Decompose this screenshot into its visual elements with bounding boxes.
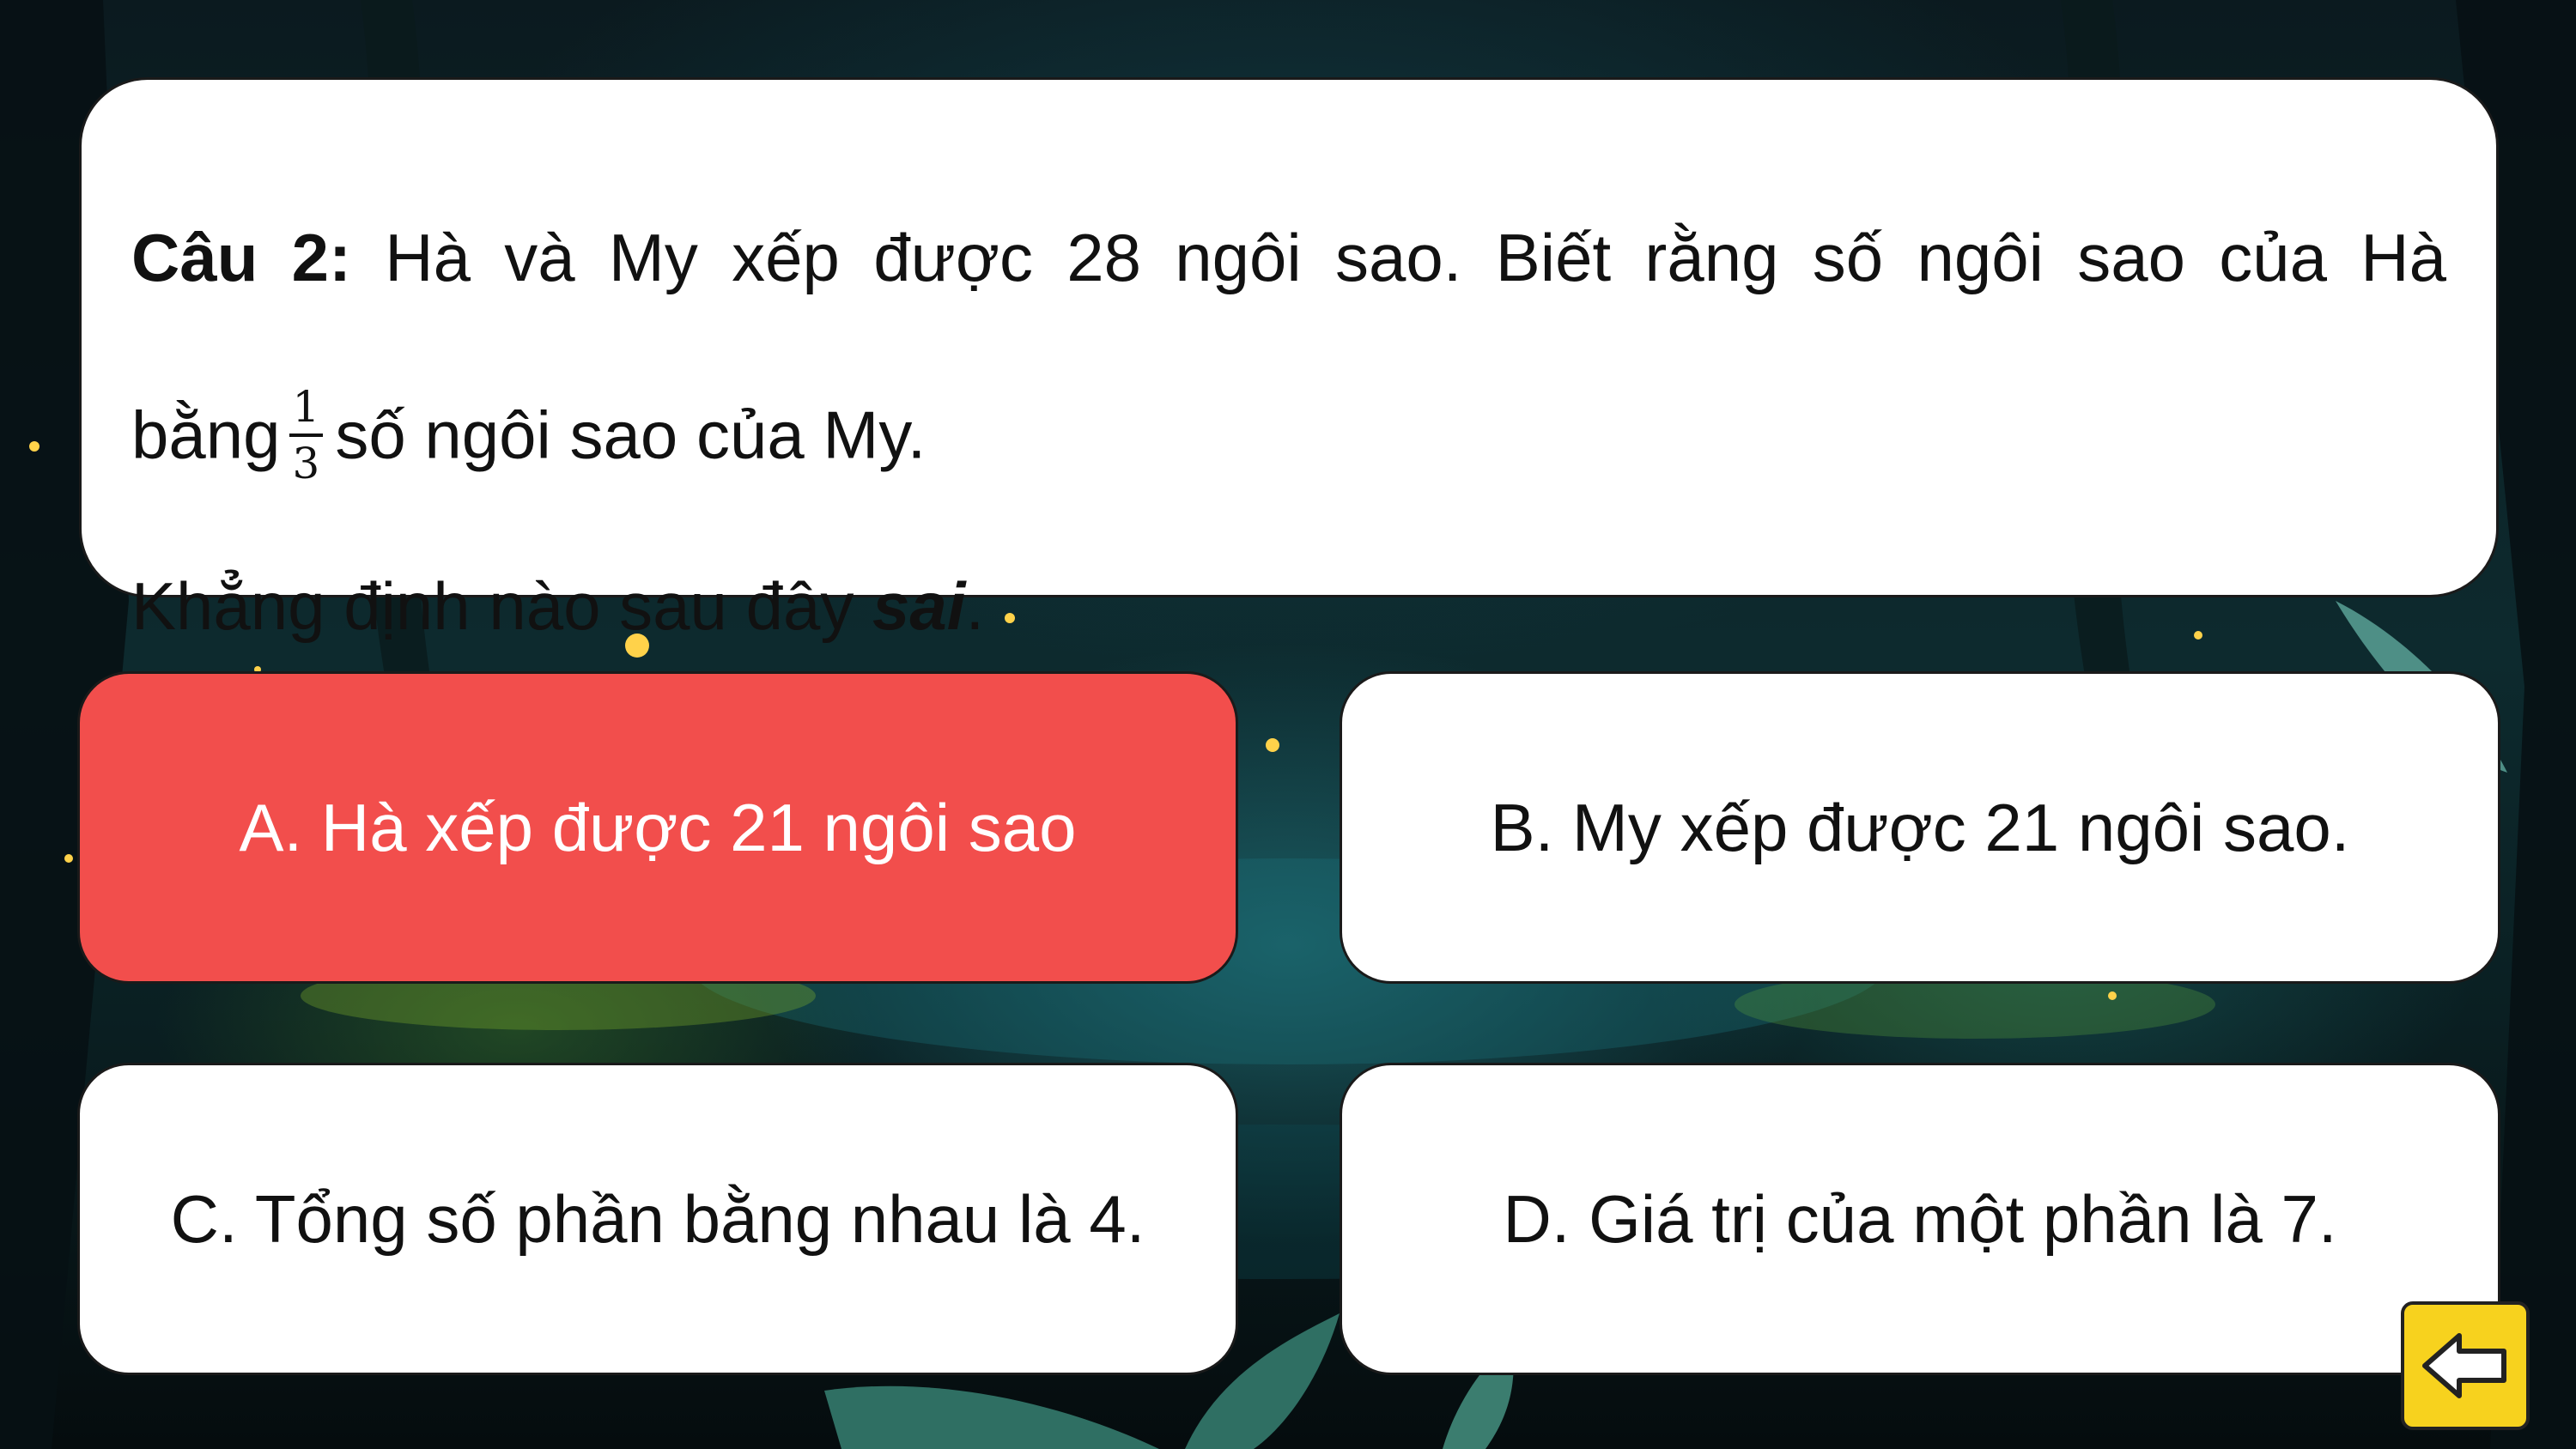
question-number: Câu 2: xyxy=(131,220,351,295)
answer-d-label: D. Giá trị của một phần là 7. xyxy=(1503,1180,2337,1257)
question-card: Câu 2: Hà và My xếp được 28 ngôi sao. Bi… xyxy=(79,77,2499,640)
question-text-3-prefix: Khẳng định nào sau đây xyxy=(131,568,854,644)
question-text-3-suffix: . xyxy=(965,568,985,644)
answer-b-label: B. My xếp được 21 ngôi sao. xyxy=(1490,789,2350,865)
question-line-1: Câu 2: Hà và My xếp được 28 ngôi sao. Bi… xyxy=(131,224,2446,291)
question-emphasis: sai xyxy=(872,568,966,644)
back-button[interactable] xyxy=(2401,1301,2530,1430)
fraction-bar xyxy=(289,433,324,437)
fraction-denominator: 3 xyxy=(292,439,320,488)
question-text-1: Hà và My xếp được 28 ngôi sao. Biết rằng… xyxy=(385,220,2447,295)
fraction: 13 xyxy=(289,385,324,485)
answer-b-button[interactable]: B. My xếp được 21 ngôi sao. xyxy=(1340,671,2500,984)
question-text-2-prefix: bằng xyxy=(131,397,281,473)
answer-c-label: C. Tổng số phần bằng nhau là 4. xyxy=(170,1180,1145,1257)
answer-d-button[interactable]: D. Giá trị của một phần là 7. xyxy=(1340,1063,2500,1375)
answer-a-label: A. Hà xếp được 21 ngôi sao xyxy=(239,789,1077,865)
fraction-numerator: 1 xyxy=(292,382,320,432)
question-line-3: Khẳng định nào sau đây sai. xyxy=(131,573,984,640)
answer-c-button[interactable]: C. Tổng số phần bằng nhau là 4. xyxy=(77,1063,1238,1375)
answer-a-button[interactable]: A. Hà xếp được 21 ngôi sao xyxy=(77,671,1238,984)
arrow-left-icon xyxy=(2422,1333,2506,1398)
question-text-2-suffix: số ngôi sao của My. xyxy=(335,397,927,473)
question-line-2: bằng 1 3 số ngôi sao của My. xyxy=(131,385,927,490)
